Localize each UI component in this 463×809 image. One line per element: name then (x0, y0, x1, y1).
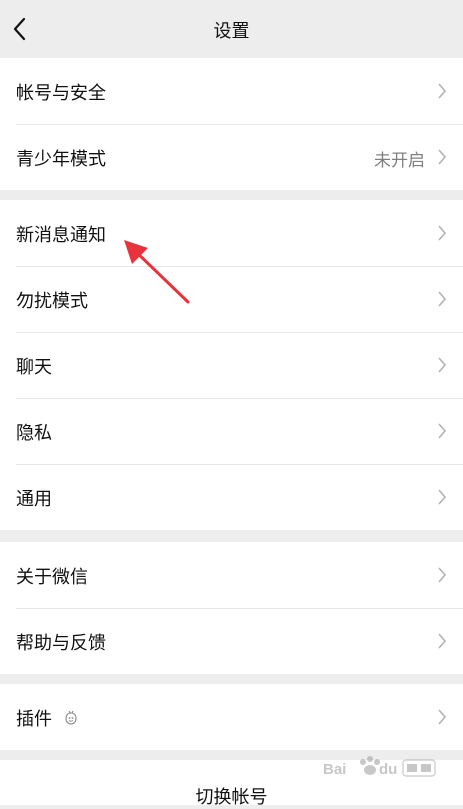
settings-item-label: 青少年模式 (16, 149, 106, 170)
switch-account-button[interactable]: 切换帐号 (0, 760, 463, 808)
chevron-right-icon (438, 225, 447, 241)
settings-item-label: 隐私 (16, 423, 52, 444)
settings-item-label: 插件 (16, 709, 52, 730)
settings-item-account-security[interactable]: 帐号与安全 (0, 58, 463, 124)
settings-item-teen-mode[interactable]: 青少年模式 未开启 (0, 124, 463, 190)
settings-item-general[interactable]: 通用 (0, 464, 463, 530)
settings-item-label: 新消息通知 (16, 225, 106, 246)
settings-item-about-wechat[interactable]: 关于微信 (0, 542, 463, 608)
chevron-right-icon (438, 149, 447, 165)
settings-group-plugins: 插件 (0, 684, 463, 750)
settings-item-chat[interactable]: 聊天 (0, 332, 463, 398)
settings-item-label: 关于微信 (16, 567, 88, 588)
settings-group-about: 关于微信 帮助与反馈 (0, 542, 463, 674)
plugin-icon (65, 710, 77, 725)
teen-mode-status: 未开启 (374, 151, 425, 171)
settings-group-account: 帐号与安全 青少年模式 未开启 (0, 58, 463, 190)
settings-item-notifications[interactable]: 新消息通知 (0, 200, 463, 266)
settings-item-do-not-disturb[interactable]: 勿扰模式 (0, 266, 463, 332)
settings-item-label: 勿扰模式 (16, 291, 88, 312)
chevron-right-icon (438, 291, 447, 307)
chevron-right-icon (438, 357, 447, 373)
settings-item-help-feedback[interactable]: 帮助与反馈 (0, 608, 463, 674)
settings-item-label: 聊天 (16, 357, 52, 378)
settings-item-label: 帐号与安全 (16, 83, 106, 104)
settings-item-label: 通用 (16, 489, 52, 510)
settings-item-privacy[interactable]: 隐私 (0, 398, 463, 464)
settings-group-general: 新消息通知 勿扰模式 聊天 隐私 通用 (0, 200, 463, 530)
switch-account-label: 切换帐号 (195, 787, 268, 808)
settings-item-plugins[interactable]: 插件 (0, 684, 463, 750)
chevron-right-icon (438, 423, 447, 439)
chevron-right-icon (438, 709, 447, 725)
chevron-right-icon (438, 567, 447, 583)
chevron-right-icon (438, 489, 447, 505)
navigation-bar: 设置 (0, 0, 463, 58)
chevron-right-icon (438, 633, 447, 649)
chevron-right-icon (438, 83, 447, 99)
page-title: 设置 (213, 21, 250, 42)
settings-item-label: 帮助与反馈 (16, 633, 106, 654)
